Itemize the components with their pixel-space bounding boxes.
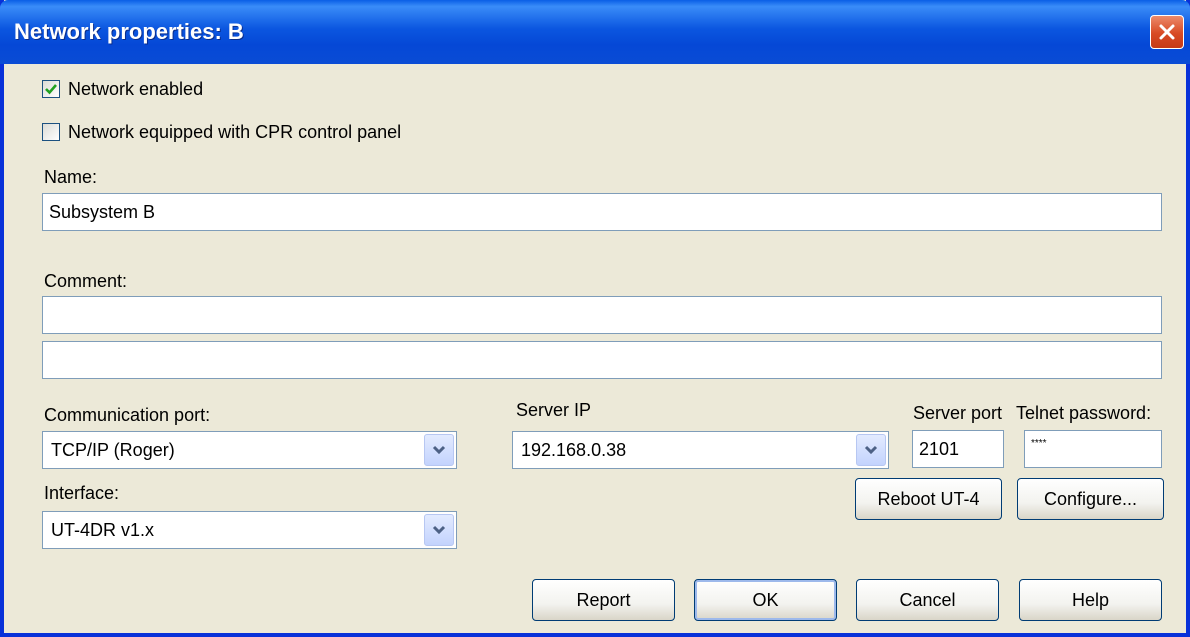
communication-port-label: Communication port:: [44, 405, 211, 425]
comment-label: Comment:: [44, 271, 128, 291]
report-button[interactable]: Report: [532, 579, 675, 621]
communication-port-value: TCP/IP (Roger): [51, 440, 175, 460]
dropdown-button[interactable]: [424, 514, 454, 546]
interface-select[interactable]: UT-4DR v1.x: [42, 511, 457, 549]
interface-label: Interface:: [44, 483, 120, 503]
communication-port-select[interactable]: TCP/IP (Roger): [42, 431, 457, 469]
telnet-password-input[interactable]: ****: [1024, 430, 1162, 468]
comment-line-1-input[interactable]: [42, 296, 1162, 334]
dropdown-button[interactable]: [424, 434, 454, 466]
telnet-password-label: Telnet password:: [1016, 403, 1152, 423]
chevron-down-icon: [432, 445, 446, 455]
dialog-window: Network properties: B Network enabled Ne…: [0, 0, 1190, 637]
title-bar[interactable]: Network properties: B: [0, 0, 1190, 64]
dialog-body: Network enabled Network equipped with CP…: [4, 64, 1186, 633]
ok-button[interactable]: OK: [694, 579, 837, 621]
name-label: Name:: [44, 167, 98, 187]
comment-line-2-input[interactable]: [42, 341, 1162, 379]
interface-value: UT-4DR v1.x: [51, 520, 155, 540]
server-ip-select[interactable]: 192.168.0.38: [512, 431, 889, 469]
window-title: Network properties: B: [14, 19, 244, 44]
configure-button[interactable]: Configure...: [1017, 478, 1164, 520]
name-input[interactable]: Subsystem B: [42, 193, 1162, 231]
server-port-input[interactable]: 2101: [912, 430, 1004, 468]
cpr-panel-label[interactable]: Network equipped with CPR control panel: [68, 122, 401, 143]
chevron-down-icon: [864, 445, 878, 455]
reboot-ut4-button[interactable]: Reboot UT-4: [855, 478, 1002, 520]
cpr-panel-checkbox[interactable]: [42, 123, 60, 141]
network-enabled-checkbox[interactable]: [42, 80, 60, 98]
chevron-down-icon: [432, 525, 446, 535]
cancel-button[interactable]: Cancel: [856, 579, 999, 621]
server-ip-label: Server IP: [516, 400, 592, 420]
server-port-label: Server port: [913, 403, 1003, 423]
dropdown-button[interactable]: [856, 434, 886, 466]
close-icon: [1159, 24, 1175, 40]
close-button[interactable]: [1150, 15, 1184, 49]
network-enabled-label[interactable]: Network enabled: [68, 79, 203, 100]
checkmark-icon: [45, 84, 57, 95]
help-button[interactable]: Help: [1019, 579, 1162, 621]
server-ip-value: 192.168.0.38: [521, 440, 627, 460]
